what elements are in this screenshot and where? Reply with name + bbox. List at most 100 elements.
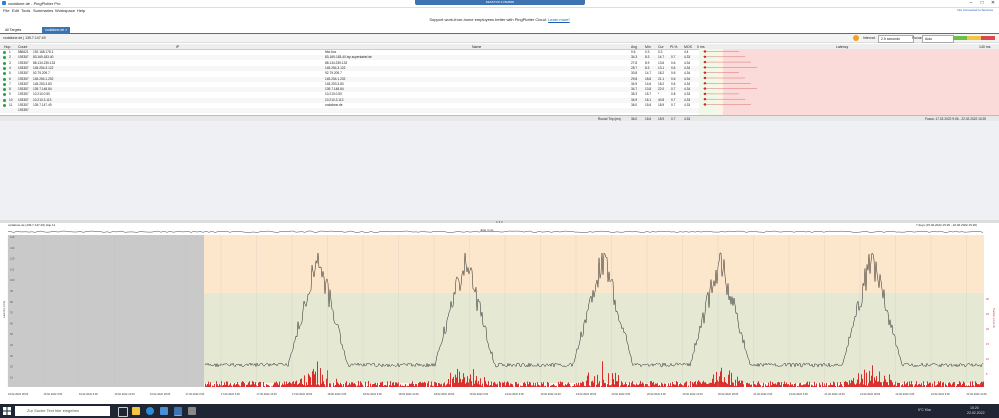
maximize-icon[interactable]: □ [977,0,987,7]
clock-date[interactable]: 22.02.2022 [967,411,985,415]
close-icon[interactable]: ✕ [988,0,998,7]
loss-bar [296,380,297,387]
loss-bar [898,382,899,387]
loss-bar [894,384,895,387]
col-cur[interactable]: Cur [658,45,664,49]
loss-bar [627,386,628,387]
close-tab-icon[interactable]: × [65,28,67,32]
loss-bar [318,384,319,387]
col-name[interactable]: Name [472,45,481,49]
loss-bar [581,383,582,387]
tab-all-targets[interactable]: All Targets [2,27,24,33]
loss-bar [678,386,679,387]
task-view-icon[interactable] [118,407,128,417]
loss-bar [980,383,981,387]
app-task-icon[interactable] [188,407,196,415]
loss-bar [960,382,961,387]
weather-text[interactable]: 5°C Klar [918,408,931,412]
time-graph[interactable]: Jitter (ms) Latency (ms) Packet Loss % 1… [0,228,999,398]
loss-bar [891,380,892,387]
time-tick-label: 18.02.2022 18:00 [434,392,455,396]
col-min[interactable]: Min [645,45,651,49]
col-pl[interactable]: PL% [670,45,677,49]
hop-mos: 4.34 [684,71,691,76]
loss-bar [281,385,282,387]
loss-bar [351,382,352,387]
menu-summaries[interactable]: Summaries [33,8,53,13]
hop-cur: 13.1 [658,65,665,70]
col-count[interactable]: Count [18,45,27,49]
learn-more-link[interactable]: Learn more! [548,17,570,22]
loss-bar [437,386,438,387]
loss-bar [297,384,298,387]
hop-name: fritz.box [325,50,337,54]
menu-tools[interactable]: Tools [21,8,30,13]
loss-bar [530,382,531,387]
loss-bar [502,382,503,387]
user-link[interactable]: Not Connected to Services [957,8,993,12]
loss-bar [526,386,527,387]
loss-bar [877,381,878,387]
loss-bar [875,380,876,387]
loss-bar [432,385,433,387]
interval-select[interactable]: 2.5 seconds [878,35,914,43]
pingplotter-task-icon[interactable] [174,407,182,416]
explorer-icon[interactable] [132,407,140,415]
hop-mos: 4.34 [684,76,691,81]
focus-select[interactable]: Auto [922,35,954,43]
col-hop[interactable]: Hop [4,45,10,49]
play-pause-button[interactable] [853,35,859,41]
loss-bar [854,383,855,387]
remote-desktop-bar[interactable]: DESKTOP-1Y8HB6R [415,0,585,5]
graph-range[interactable]: 7 days (15.02.2022 15:20 - 22.02.2022 15… [916,223,977,227]
menu-workspace[interactable]: Workspace [55,8,75,13]
loss-bar [299,383,300,387]
taskbar-search[interactable]: Zur Suche Text hier eingeben [15,406,110,416]
menu-file[interactable]: File [3,8,9,13]
col-latency[interactable]: Latency [836,45,848,49]
hop-min: 8.3 [645,55,650,60]
store-icon[interactable] [160,407,168,415]
loss-bar [825,385,826,387]
loss-bar [476,376,477,387]
clock-time[interactable]: 15:20 [970,406,979,410]
loss-bar [445,385,446,387]
loss-bar [465,383,466,387]
loss-bar [402,385,403,387]
col-mos[interactable]: MOS [684,45,692,49]
tab-vodafone[interactable]: vodafone.de × [42,27,71,33]
loss-bar [979,384,980,387]
loss-bar [528,384,529,387]
rt-avg: 36.0 [631,116,638,121]
loss-bar [376,385,377,387]
hop-pl: 0.7 [671,55,676,60]
hop-hop: 11 [9,103,13,107]
loss-bar [909,381,910,387]
hop-mos: 4.34 [684,65,691,70]
loss-bar [861,374,862,387]
menu-edit[interactable]: Edit [12,8,19,13]
minimize-icon[interactable]: – [966,0,976,7]
loss-bar [831,384,832,387]
hop-name: 92.79.209.7 [325,71,342,76]
hop-min: 15.6 [645,103,652,107]
focus-label: Focus: [912,36,923,40]
loss-bar [701,383,702,387]
menu-help[interactable]: Help [77,8,85,13]
loss-bar [958,384,959,387]
loss-bar [477,383,478,387]
col-ip[interactable]: IP [176,45,179,49]
loss-bar [755,384,756,387]
windows-start-icon[interactable] [3,407,11,415]
loss-bar [474,383,475,387]
col-avg[interactable]: Avg [631,45,637,49]
edge-icon[interactable] [146,407,154,415]
loss-bar [491,381,492,387]
loss-bar [676,381,677,387]
loss-bar [292,382,293,387]
hop-pl: 0.7 [671,97,676,102]
loss-bar [238,384,239,387]
loss-bar [677,382,678,387]
loss-bar [762,385,763,387]
loss-bar [733,382,734,387]
